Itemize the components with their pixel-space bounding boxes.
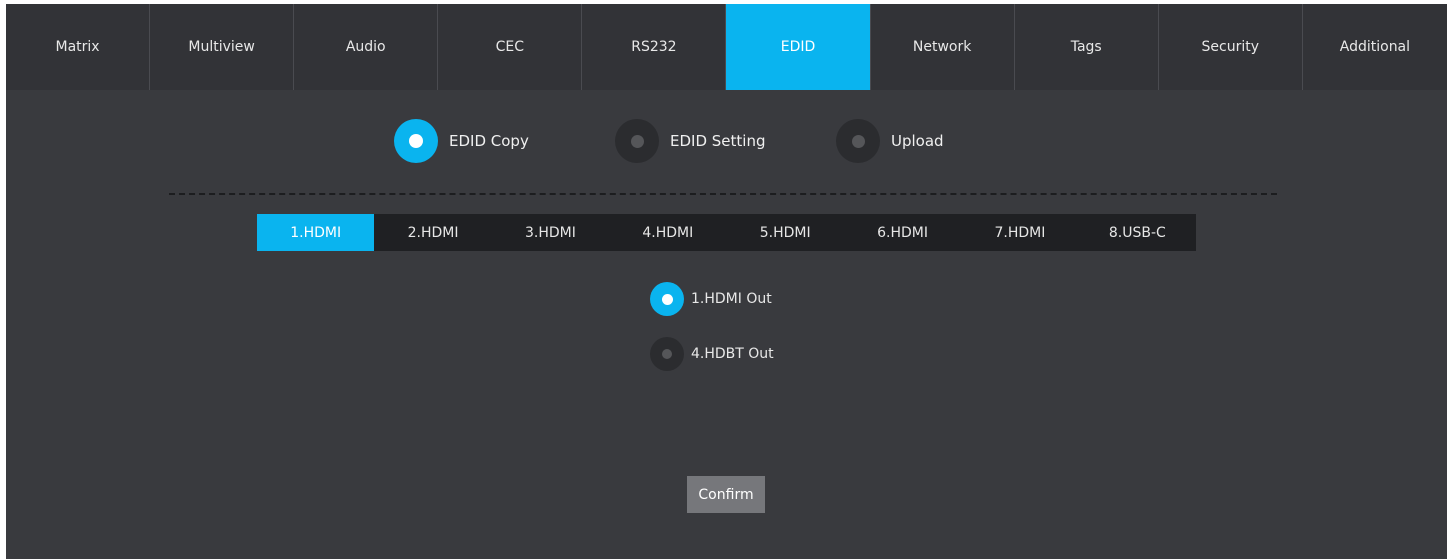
radio-dot: [662, 349, 672, 359]
tab-matrix[interactable]: Matrix: [6, 4, 151, 90]
radio-dot: [630, 134, 644, 148]
tab-additional[interactable]: Additional: [1303, 4, 1447, 90]
input-tab-4-hdmi[interactable]: 4.HDMI: [609, 214, 726, 251]
tab-network[interactable]: Network: [871, 4, 1015, 90]
mode-label: EDID Copy: [449, 132, 529, 150]
mode-edid-setting[interactable]: EDID Setting: [615, 118, 765, 164]
input-tab-8-usb-c[interactable]: 8.USB-C: [1079, 214, 1196, 251]
input-tab-1-hdmi[interactable]: 1.HDMI: [257, 214, 375, 251]
tab-cec[interactable]: CEC: [438, 4, 583, 90]
radio-dot: [851, 134, 865, 148]
top-nav: Matrix Multiview Audio CEC RS232 EDID Ne…: [6, 4, 1447, 90]
input-tab-7-hdmi[interactable]: 7.HDMI: [961, 214, 1078, 251]
edid-mode-selector: EDID Copy EDID Setting Upload: [6, 118, 1447, 164]
app-frame: Matrix Multiview Audio CEC RS232 EDID Ne…: [6, 4, 1447, 559]
dashed-divider: [169, 193, 1277, 195]
radio-dot: [661, 293, 673, 305]
radio-selected-icon[interactable]: [394, 119, 438, 163]
mode-label: EDID Setting: [670, 132, 766, 150]
mode-upload[interactable]: Upload: [836, 118, 944, 164]
mode-label: Upload: [891, 132, 944, 150]
input-tab-3-hdmi[interactable]: 3.HDMI: [492, 214, 609, 251]
tab-audio[interactable]: Audio: [294, 4, 439, 90]
output-label: 4.HDBT Out: [691, 346, 774, 362]
confirm-button[interactable]: Confirm: [687, 476, 765, 513]
tab-security[interactable]: Security: [1159, 4, 1303, 90]
radio-unselected-icon[interactable]: [615, 119, 659, 163]
radio-dot: [409, 134, 423, 148]
input-tab-5-hdmi[interactable]: 5.HDMI: [727, 214, 844, 251]
output-label: 1.HDMI Out: [691, 291, 772, 307]
output-1-hdmi-out[interactable]: 1.HDMI Out: [650, 281, 772, 317]
mode-edid-copy[interactable]: EDID Copy: [394, 118, 529, 164]
radio-selected-icon[interactable]: [650, 282, 684, 316]
radio-unselected-icon[interactable]: [836, 119, 880, 163]
output-4-hdbt-out[interactable]: 4.HDBT Out: [650, 336, 774, 372]
tab-multiview[interactable]: Multiview: [150, 4, 295, 90]
input-tab-2-hdmi[interactable]: 2.HDMI: [374, 214, 491, 251]
tab-edid[interactable]: EDID: [726, 4, 871, 90]
radio-unselected-icon[interactable]: [650, 337, 684, 371]
input-source-tabs: 1.HDMI 2.HDMI 3.HDMI 4.HDMI 5.HDMI 6.HDM…: [257, 214, 1196, 251]
input-tab-6-hdmi[interactable]: 6.HDMI: [844, 214, 961, 251]
tab-rs232[interactable]: RS232: [582, 4, 727, 90]
tab-tags[interactable]: Tags: [1015, 4, 1159, 90]
